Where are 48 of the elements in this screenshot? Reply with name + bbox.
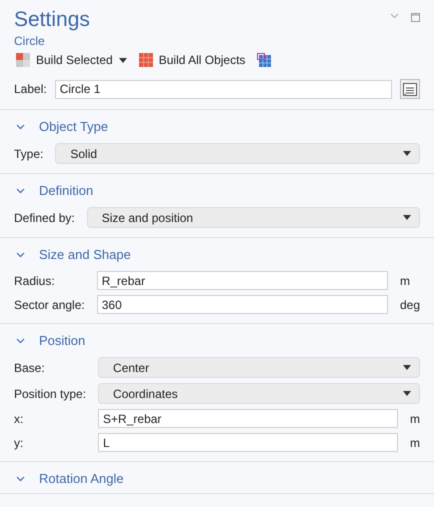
grid-icon — [138, 53, 153, 67]
grid-icon — [16, 53, 30, 67]
section-header[interactable]: Definition — [0, 176, 434, 205]
field-label: Type: — [14, 146, 44, 162]
field-label: Sector angle: — [14, 296, 86, 314]
section-header[interactable]: Position — [0, 326, 434, 355]
dropdown-arrow-icon — [403, 215, 411, 220]
chevron-icon — [16, 188, 25, 194]
dropdown[interactable]: Center — [98, 357, 420, 378]
maximize-icon[interactable] — [411, 13, 420, 22]
text-field[interactable]: L — [98, 433, 398, 452]
dropdown[interactable]: Size and position — [86, 207, 420, 228]
unit-label: m — [409, 410, 420, 428]
dropdown-arrow-icon — [403, 365, 411, 370]
panel-title: Settings — [14, 7, 90, 33]
chevron-icon — [16, 252, 25, 258]
section-header[interactable]: Size and Shape — [0, 240, 434, 269]
chevron-icon — [16, 476, 25, 482]
label-field[interactable]: Circle 1 — [54, 80, 392, 98]
panel-subtitle: Circle — [14, 33, 46, 49]
field-label: Base: — [14, 360, 46, 376]
text-field[interactable]: S+R_rebar — [98, 409, 398, 428]
text-field[interactable]: R_rebar — [96, 271, 388, 290]
field-label: Position type: — [14, 386, 88, 402]
toolbar-button[interactable] — [257, 53, 272, 67]
dropdown-arrow-icon — [403, 391, 411, 396]
dropdown-arrow-icon — [403, 151, 411, 156]
field-label: y: — [14, 434, 24, 452]
chevron-icon — [16, 124, 25, 130]
unit-label: deg — [398, 296, 420, 314]
node-info-button[interactable] — [400, 79, 420, 99]
chevron-icon — [16, 338, 25, 344]
note-icon — [403, 82, 417, 96]
toolbar-button[interactable]: Build Selected — [16, 51, 127, 69]
dropdown[interactable]: Coordinates — [98, 383, 420, 404]
field-label: Defined by: — [14, 210, 76, 226]
dropdown[interactable]: Solid — [55, 143, 420, 164]
toolbar-button[interactable]: Build All Objects — [138, 51, 246, 69]
text-field[interactable]: 360 — [96, 295, 388, 314]
section-header[interactable]: Object Type — [0, 112, 434, 141]
field-label: x: — [14, 410, 24, 428]
unit-label: m — [398, 272, 411, 290]
unit-label: m — [409, 434, 420, 452]
dropdown-arrow-icon — [118, 58, 127, 62]
field-label: Label: — [14, 81, 47, 98]
section-header[interactable]: Rotation Angle — [0, 464, 434, 493]
field-label: Radius: — [14, 272, 56, 290]
grid-icon — [257, 53, 272, 67]
